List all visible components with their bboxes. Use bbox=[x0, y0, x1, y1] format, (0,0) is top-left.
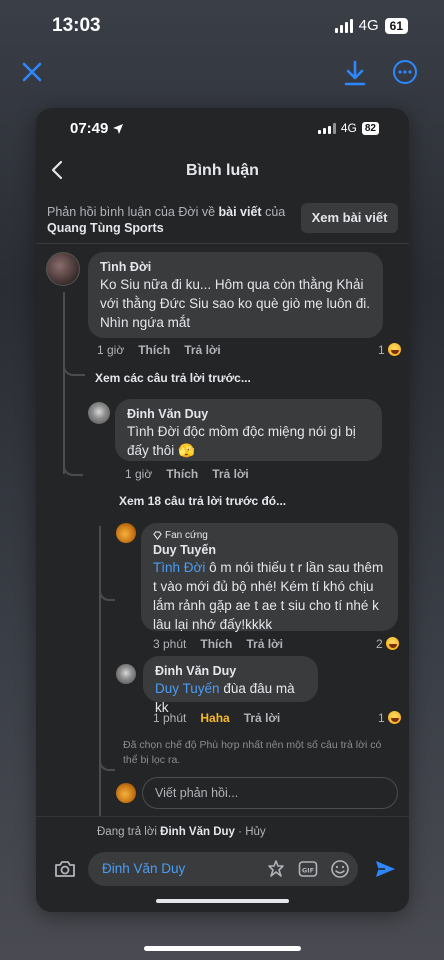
comment-author[interactable]: Tình Đời bbox=[100, 259, 371, 275]
haha-emoji-icon bbox=[386, 342, 402, 357]
comment-bubble: Tình Đời Ko Siu nữa đi ku... Hôm qua còn… bbox=[88, 252, 383, 338]
like-button[interactable]: Thích bbox=[200, 637, 232, 651]
see-previous-replies[interactable]: Xem các câu trả lời trước... bbox=[95, 371, 251, 385]
haha-emoji-icon bbox=[386, 710, 402, 725]
comment-text: Ko Siu nữa đi ku... Hôm qua còn thằng Kh… bbox=[100, 277, 371, 330]
fan-badge: Fan cứng bbox=[153, 529, 386, 542]
thread-line bbox=[63, 292, 65, 474]
location-icon bbox=[113, 123, 124, 134]
outer-time: 13:03 bbox=[52, 15, 101, 36]
gif-icon[interactable]: GIF bbox=[298, 859, 318, 879]
home-indicator bbox=[156, 899, 289, 903]
comment-compose-field[interactable]: Đinh Văn Duy GIF bbox=[88, 852, 358, 886]
battery-icon: 82 bbox=[361, 121, 379, 135]
thread-line bbox=[63, 464, 83, 476]
reply-input[interactable]: Viết phản hồi... bbox=[142, 777, 398, 809]
comment-time: 1 giờ bbox=[125, 467, 153, 481]
like-button[interactable]: Haha bbox=[200, 711, 229, 725]
diamond-icon bbox=[153, 531, 162, 540]
thread-line bbox=[63, 364, 85, 376]
page-header: Bình luận bbox=[36, 150, 409, 192]
reaction-count[interactable]: 2 bbox=[376, 636, 400, 651]
thread-line bbox=[99, 589, 115, 601]
mention-link[interactable]: Tình Đời bbox=[153, 560, 205, 575]
download-icon[interactable] bbox=[342, 59, 368, 87]
network-label: 4G bbox=[340, 121, 357, 135]
post-context: Phản hồi bình luận của Đời về bài viết c… bbox=[36, 196, 409, 244]
inner-time: 07:49 bbox=[70, 120, 109, 137]
inner-status-bar: 07:49 4G 82 bbox=[36, 108, 409, 150]
signal-icon bbox=[317, 122, 336, 134]
svg-text:GIF: GIF bbox=[302, 867, 314, 875]
haha-emoji-icon bbox=[384, 636, 400, 651]
signal-icon bbox=[334, 18, 353, 33]
like-button[interactable]: Thích bbox=[166, 467, 198, 481]
comment-text: Tình Đời ô m nói thiếu t r lần sau thêm … bbox=[153, 560, 384, 632]
viewer-toolbar bbox=[0, 55, 444, 91]
filter-note: Đã chọn chế độ Phù hợp nhất nên một số c… bbox=[123, 739, 382, 766]
comment-actions: 1 phút Haha Trả lời bbox=[153, 711, 280, 725]
avatar[interactable] bbox=[116, 523, 136, 543]
reply-button[interactable]: Trả lời bbox=[246, 637, 283, 651]
replying-to-label: Đang trả lời Đinh Văn Duy · Hủy bbox=[97, 826, 266, 838]
comment-time: 1 phút bbox=[153, 711, 187, 725]
comment-time: 3 phút bbox=[153, 637, 187, 651]
comment-bubble: Đinh Văn Duy Duy Tuyến đùa đâu mà kk bbox=[143, 656, 318, 715]
comment-bubble: Fan cứng Duy Tuyến Tình Đời ô m nói thiế… bbox=[141, 523, 398, 632]
more-icon[interactable] bbox=[392, 59, 418, 85]
avatar[interactable] bbox=[88, 402, 110, 424]
close-icon[interactable] bbox=[20, 60, 44, 84]
page-name[interactable]: Quang Tùng Sports bbox=[47, 221, 164, 235]
avatar[interactable] bbox=[116, 664, 136, 684]
thread-line bbox=[99, 759, 115, 771]
reaction-count[interactable]: 1 bbox=[378, 342, 402, 357]
outer-home-indicator bbox=[144, 946, 301, 951]
comment-actions: 3 phút Thích Trả lời bbox=[153, 637, 283, 651]
reply-button[interactable]: Trả lời bbox=[212, 467, 249, 481]
outer-status-bar: 13:03 4G 61 bbox=[0, 0, 444, 52]
comment-bubble: Đinh Văn Duy Tình Đời độc mồm độc miệng … bbox=[115, 399, 382, 461]
reply-button[interactable]: Trả lời bbox=[184, 343, 221, 357]
comment-actions: 1 giờ Thích Trả lời bbox=[125, 467, 249, 481]
cancel-reply-button[interactable]: Hủy bbox=[245, 826, 265, 838]
view-post-button[interactable]: Xem bài viết bbox=[301, 203, 398, 233]
comment-time: 1 giờ bbox=[97, 343, 125, 357]
comment-actions: 1 giờ Thích Trả lời bbox=[97, 343, 221, 357]
post-link[interactable]: bài viết bbox=[219, 205, 262, 219]
context-text: Phản hồi bình luận của Đời về bài viết c… bbox=[47, 205, 286, 235]
network-label: 4G bbox=[358, 17, 379, 34]
comment-author[interactable]: Đinh Văn Duy bbox=[127, 406, 370, 422]
page-title: Bình luận bbox=[186, 162, 259, 179]
comment-author[interactable]: Đinh Văn Duy bbox=[155, 663, 306, 679]
comment-thread: Tình Đời Ko Siu nữa đi ku... Hôm qua còn… bbox=[36, 246, 409, 896]
send-icon[interactable] bbox=[374, 859, 396, 879]
screenshot-content: 07:49 4G 82 Bình luận Phản hồi bình luận… bbox=[36, 108, 409, 912]
battery-icon: 61 bbox=[384, 17, 408, 34]
mention-link[interactable]: Duy Tuyến bbox=[155, 681, 220, 696]
emoji-icon[interactable] bbox=[330, 859, 350, 879]
reaction-count[interactable]: 1 bbox=[378, 710, 402, 725]
compose-text[interactable]: Đinh Văn Duy bbox=[102, 861, 185, 876]
compose-bar: Đang trả lời Đinh Văn Duy · Hủy Đinh Văn… bbox=[36, 816, 409, 912]
avatar bbox=[116, 783, 136, 803]
camera-icon[interactable] bbox=[54, 859, 76, 879]
comment-author[interactable]: Duy Tuyến bbox=[153, 542, 386, 558]
see-previous-replies[interactable]: Xem 18 câu trả lời trước đó... bbox=[119, 494, 286, 508]
reply-button[interactable]: Trả lời bbox=[244, 711, 281, 725]
peek-emoji: 🫣 bbox=[178, 443, 195, 458]
avatar[interactable] bbox=[46, 252, 80, 286]
like-button[interactable]: Thích bbox=[138, 343, 170, 357]
avatar-sticker-icon[interactable] bbox=[266, 859, 286, 879]
comment-text: Tình Đời độc mồm độc miệng nói gì bị đấy… bbox=[127, 424, 356, 458]
